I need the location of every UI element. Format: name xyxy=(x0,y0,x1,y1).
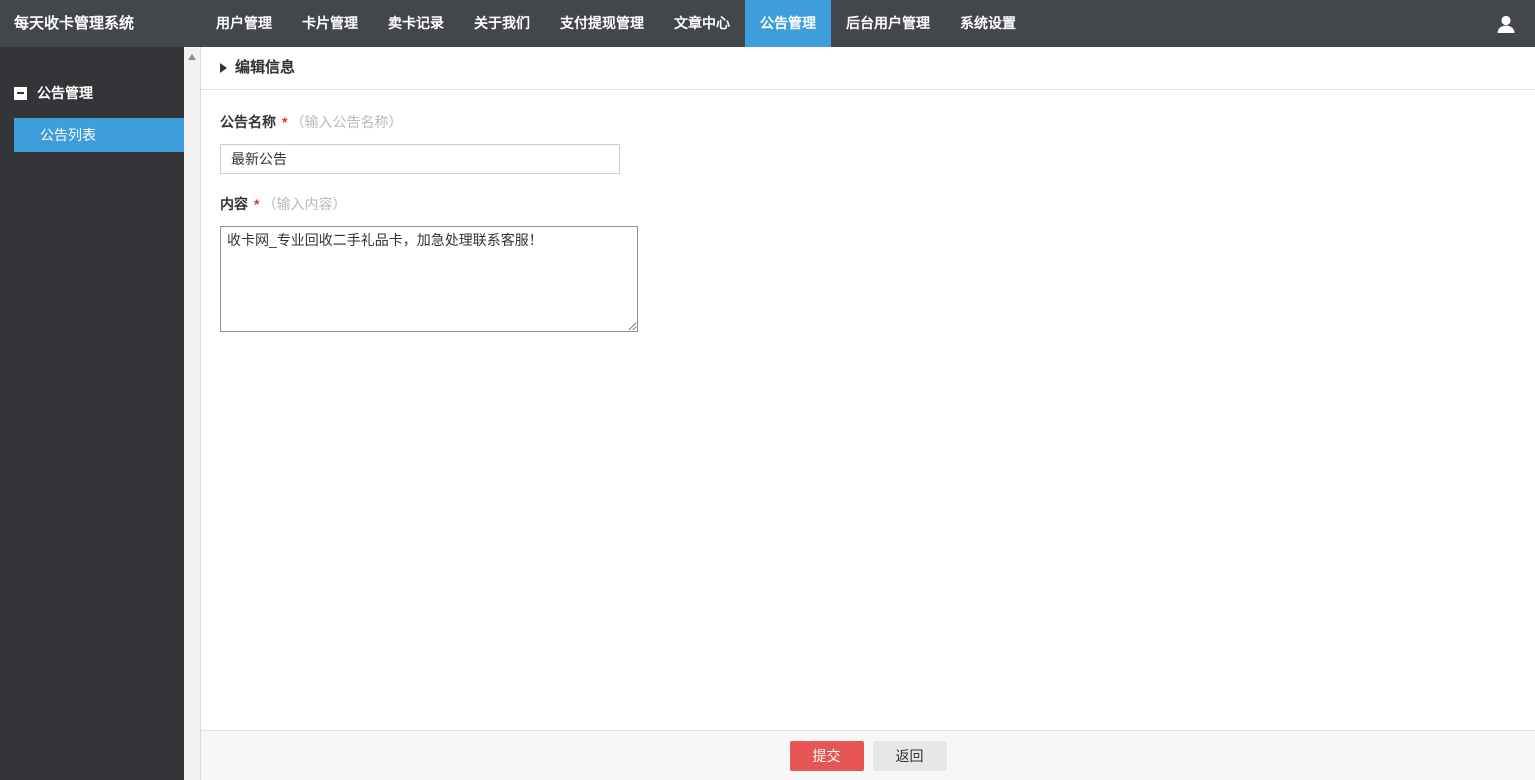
content-textarea[interactable]: 收卡网_专业回收二手礼品卡，加急处理联系客服！ xyxy=(220,226,638,332)
sidebar: 公告管理 公告列表 xyxy=(0,47,184,780)
sidebar-group-label: 公告管理 xyxy=(37,85,93,101)
back-button[interactable]: 返回 xyxy=(872,740,947,771)
required-asterisk: * xyxy=(282,114,288,130)
main-nav: 用户管理 卡片管理 卖卡记录 关于我们 支付提现管理 文章中心 公告管理 后台用… xyxy=(201,0,1031,47)
page-body: 公告管理 公告列表 编辑信息 公告名称*（输入公告名称） 内容*（输入内容） 收… xyxy=(0,47,1535,780)
caret-right-icon xyxy=(220,63,227,73)
user-menu[interactable] xyxy=(1494,0,1535,47)
announcement-name-input[interactable] xyxy=(220,144,620,174)
content-label-row: 内容 * （输入内容） xyxy=(220,194,1515,214)
nav-item-articles[interactable]: 文章中心 xyxy=(659,0,745,47)
content-label: 内容 xyxy=(220,196,248,212)
announcement-name-hint: （输入公告名称） xyxy=(290,114,403,130)
user-icon xyxy=(1497,15,1515,33)
announcement-name-label: 公告名称 xyxy=(220,114,276,130)
scroll-up-arrow-icon[interactable] xyxy=(188,54,196,60)
edit-form: 公告名称*（输入公告名称） 内容*（输入内容） 收卡网_专业回收二手礼品卡，加急… xyxy=(201,90,1535,730)
announcement-name-label-row: 公告名称 * （输入公告名称） xyxy=(220,112,1515,132)
sidebar-item-announcement-list[interactable]: 公告列表 xyxy=(14,118,184,152)
form-footer: 提交 返回 xyxy=(201,730,1535,780)
sidebar-group-announcements[interactable]: 公告管理 xyxy=(14,83,184,103)
nav-item-cards[interactable]: 卡片管理 xyxy=(287,0,373,47)
nav-item-announcements[interactable]: 公告管理 xyxy=(745,0,831,47)
nav-item-payment-withdraw[interactable]: 支付提现管理 xyxy=(545,0,659,47)
nav-item-admin-users[interactable]: 后台用户管理 xyxy=(831,0,945,47)
section-header: 编辑信息 xyxy=(201,47,1535,90)
submit-button[interactable]: 提交 xyxy=(789,740,864,771)
nav-item-system-settings[interactable]: 系统设置 xyxy=(945,0,1031,47)
content-hint: （输入内容） xyxy=(262,196,347,212)
nav-item-about[interactable]: 关于我们 xyxy=(459,0,545,47)
required-asterisk: * xyxy=(254,196,260,212)
app-title: 每天收卡管理系统 xyxy=(14,15,135,32)
nav-item-users[interactable]: 用户管理 xyxy=(201,0,287,47)
main-content: 编辑信息 公告名称*（输入公告名称） 内容*（输入内容） 收卡网_专业回收二手礼… xyxy=(201,47,1535,780)
top-navbar: 每天收卡管理系统 用户管理 卡片管理 卖卡记录 关于我们 支付提现管理 文章中心… xyxy=(0,0,1535,47)
nav-item-sell-records[interactable]: 卖卡记录 xyxy=(373,0,459,47)
vertical-scrollbar[interactable] xyxy=(184,47,201,780)
section-title: 编辑信息 xyxy=(235,59,296,76)
collapse-minus-icon[interactable] xyxy=(14,86,27,100)
